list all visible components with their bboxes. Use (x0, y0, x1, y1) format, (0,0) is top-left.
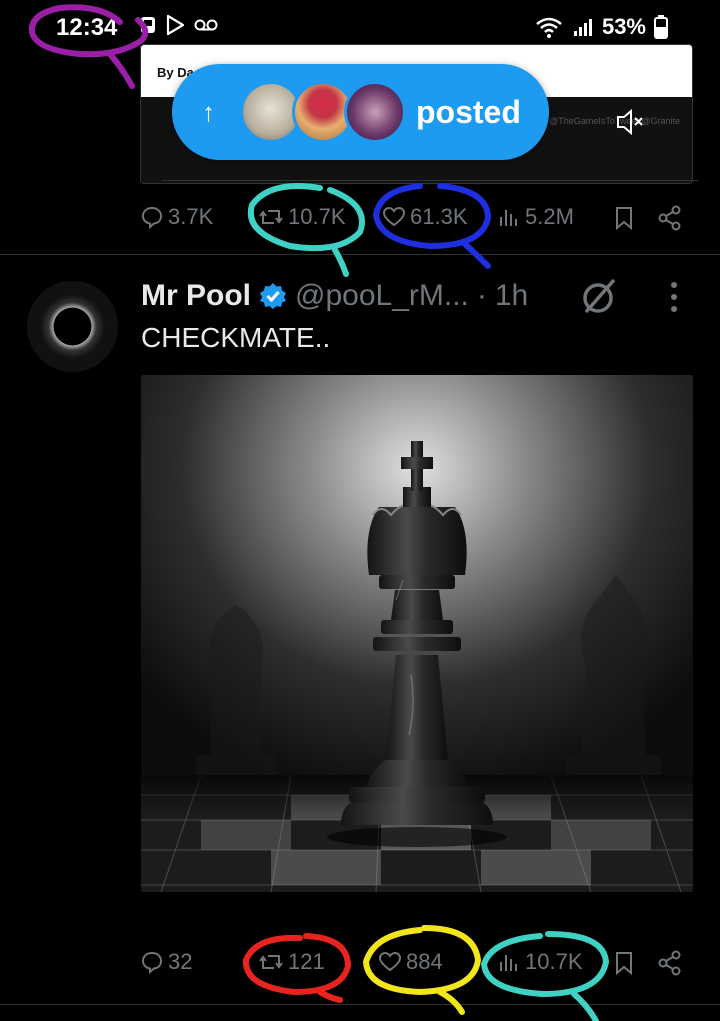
share-icon (658, 950, 681, 976)
heart-icon (378, 951, 402, 972)
tweet-timestamp[interactable]: 1h (495, 279, 528, 313)
heart-icon (382, 206, 406, 227)
eclipse-avatar-image (27, 281, 118, 372)
author-avatar[interactable] (27, 281, 118, 372)
wifi-icon (536, 17, 562, 38)
bookmark-icon (616, 207, 632, 231)
share-icon (658, 205, 681, 231)
battery-icon (654, 15, 668, 39)
tweet-action-bar: 32 121 884 10.7K (0, 945, 720, 985)
time-separator: · (476, 279, 487, 312)
repost-count: 10.7K (288, 204, 346, 229)
verified-badge-icon (260, 283, 286, 309)
reply-button[interactable]: 32 (140, 949, 192, 975)
voicemail-icon (194, 19, 218, 31)
tweet-image[interactable] (141, 375, 693, 892)
signal-icon (573, 19, 592, 36)
share-button[interactable] (657, 950, 683, 976)
views-button[interactable]: 10.7K (497, 949, 583, 975)
speaker-muted-icon[interactable] (614, 107, 646, 137)
repost-count: 121 (288, 949, 325, 974)
repost-arrows-icon (259, 955, 283, 969)
prev-post-action-bar: 3.7K 10.7K 61.3K 5.2M (0, 200, 720, 240)
repost-button[interactable]: 10.7K (258, 204, 346, 230)
like-button[interactable]: 884 (378, 949, 443, 975)
tweet-header: Mr Pool @pooL_rM... · 1h (141, 276, 528, 316)
views-button[interactable]: 5.2M (497, 204, 574, 230)
status-time: 12:34 (56, 14, 118, 41)
bookmark-button[interactable] (613, 950, 635, 976)
speech-bubble-icon (141, 206, 163, 229)
reply-button[interactable]: 3.7K (140, 204, 213, 230)
battery-percent: 53% (601, 14, 646, 39)
avatar (344, 81, 406, 143)
post-divider (0, 1004, 720, 1005)
gallery-notification-icon (141, 17, 155, 33)
bar-chart-icon (500, 955, 517, 971)
bookmark-button[interactable] (613, 205, 635, 231)
like-button[interactable]: 61.3K (382, 204, 468, 230)
status-icons-right: 53% (534, 14, 668, 40)
new-posts-pill[interactable]: ↑ posted (172, 64, 549, 160)
bar-chart-icon (500, 210, 517, 226)
like-count: 61.3K (410, 204, 468, 229)
repost-button[interactable]: 121 (258, 949, 325, 975)
reply-count: 3.7K (168, 204, 214, 229)
vertical-dots-icon[interactable] (666, 280, 682, 314)
new-posts-label: posted (416, 93, 521, 130)
arrow-up-icon: ↑ (202, 96, 215, 127)
view-count: 10.7K (525, 949, 583, 974)
speech-bubble-icon (141, 951, 163, 974)
view-count: 5.2M (525, 204, 574, 229)
play-store-icon (166, 14, 185, 36)
bookmark-icon (616, 952, 632, 976)
tweet-text: CHECKMATE.. (141, 322, 331, 353)
repost-arrows-icon (259, 210, 283, 224)
status-icons-left (140, 14, 218, 36)
grok-icon[interactable] (578, 276, 620, 318)
chess-king-image (141, 375, 693, 892)
author-handle[interactable]: @pooL_rM... (295, 279, 469, 313)
share-button[interactable] (657, 205, 683, 231)
card-divider (162, 180, 698, 181)
like-count: 884 (406, 949, 443, 974)
post-divider (0, 254, 720, 255)
reply-count: 32 (168, 949, 193, 974)
author-name[interactable]: Mr Pool (141, 279, 251, 313)
pill-avatars (240, 81, 406, 143)
